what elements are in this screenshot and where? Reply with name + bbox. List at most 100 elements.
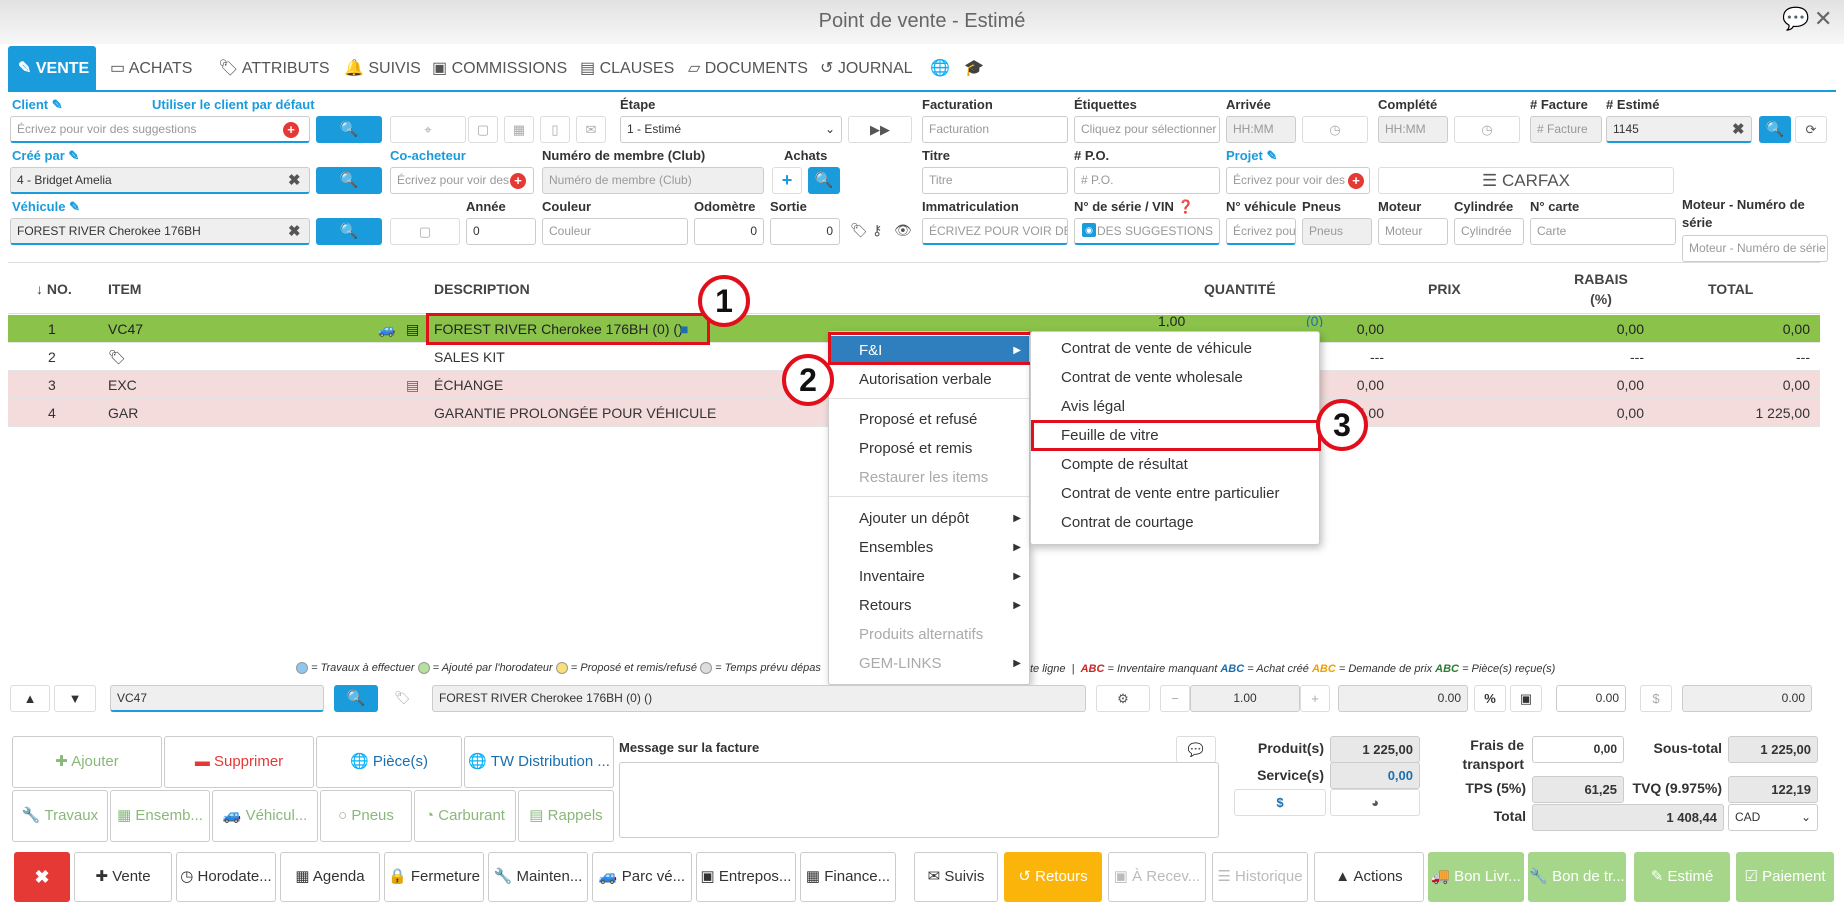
nveh-input[interactable]: Écrivez pou [1226,218,1296,245]
agenda-button[interactable]: ▦ Agenda [280,852,380,902]
tab-vente[interactable]: ✎ VENTE [8,46,96,92]
facturation-input[interactable]: Facturation [922,116,1068,143]
client-input[interactable]: Écrivez pour voir des suggestions [10,116,310,143]
col-no[interactable]: ↓ NO. [36,263,72,315]
tab-commissions[interactable]: ▣ COMMISSIONS [422,46,577,92]
carburant-button[interactable]: ◔ Carburant [414,790,516,842]
horodateur-button[interactable]: ◷ Horodate... [176,852,276,902]
rappels-button[interactable]: ▤ Rappels [518,790,614,842]
move-down-button[interactable]: ▼ [54,685,96,712]
currency-select[interactable]: CAD ⌄ [1728,804,1818,831]
frais-transport-input[interactable]: 0,00 [1532,736,1624,763]
menu-item-inventaire[interactable]: Inventaire ▶ [829,562,1029,591]
dollar-button[interactable]: $ [1234,789,1326,816]
vehicules-button[interactable]: 🚙 Véhicul... [212,790,318,842]
fermeture-button[interactable]: 🔒 Fermeture [384,852,484,902]
edit-icon[interactable]: ✎ [68,148,79,163]
odometre-input[interactable]: 0 [694,218,764,245]
cree-par-input[interactable]: 4 - Bridget Amelia [10,167,310,194]
tab-documents[interactable]: ▱ DOCUMENTS [678,46,818,92]
etape-select[interactable]: 1 - Estimé ⌄ [620,116,842,143]
membre-input[interactable]: Numéro de membre (Club) [542,167,764,194]
vehicule-input[interactable]: FOREST RIVER Cherokee 176BH [10,218,310,245]
comment-icon[interactable]: 💬 [1176,736,1216,763]
add-projet-icon[interactable]: + [1348,173,1364,189]
clear-icon[interactable]: ✖ [288,222,301,240]
ajouter-button[interactable]: ✚ Ajouter [12,736,162,788]
vente-button[interactable]: ✚ Vente [74,852,172,902]
edit-icon[interactable]: ✎ [69,199,80,214]
col-prix[interactable]: PRIX [1428,263,1461,315]
moteur-input[interactable]: Moteur [1378,218,1448,245]
qty-input[interactable]: 1.00 [1190,685,1300,712]
camera-icon[interactable]: ◉ [1082,223,1096,237]
bon-livraison-button[interactable]: 🚚 Bon Livr... [1428,852,1524,902]
col-total[interactable]: TOTAL [1708,263,1753,315]
tab-suivis[interactable]: 🔔 SUIVIS [334,46,431,92]
estime-button[interactable]: ✎ Estimé [1634,852,1730,902]
parc-vehicules-button[interactable]: 🚙 Parc vé... [592,852,692,902]
eye-icon[interactable]: 👁 [894,222,912,239]
close-button[interactable]: ✖ [14,852,70,902]
col-description[interactable]: DESCRIPTION [434,263,530,315]
price-input[interactable]: 0.00 [1338,685,1468,712]
qty-plus-button[interactable]: + [1300,685,1330,712]
carfax-button[interactable]: ☰ CARFAX [1378,167,1674,194]
calendar-button[interactable]: ▦ [504,116,534,143]
paiement-button[interactable]: ☑ Paiement [1736,852,1834,902]
key-icon[interactable]: ⚷ [872,222,882,239]
sortie-input[interactable]: 0 [770,218,840,245]
pie-chart-icon[interactable]: ◕ [1330,789,1420,816]
financement-button[interactable]: ▦ Finance... [800,852,896,902]
add-client-icon[interactable]: + [283,122,299,138]
money-icon[interactable]: ▣ [1510,685,1542,712]
tag-icon[interactable]: 🏷 [850,222,868,239]
historique-button[interactable]: ☰ Historique [1212,852,1308,902]
annee-input[interactable]: 0 [466,218,536,245]
menu-item-ajouter-depot[interactable]: Ajouter un dépôt ▶ [829,504,1029,533]
item-description-input[interactable]: FOREST RIVER Cherokee 176BH (0) () [432,685,1086,712]
facture-input[interactable]: # Facture [1530,116,1602,143]
edit-icon[interactable]: ✎ [52,97,63,112]
gear-button[interactable]: ⚙ [1096,685,1150,712]
tab-achats[interactable]: ▭ ACHATS [100,46,202,92]
menu-item-ensembles[interactable]: Ensembles ▶ [829,533,1029,562]
submenu-contrat-vente-wholesale[interactable]: Contrat de vente wholesale [1031,363,1243,392]
pdf-icon[interactable]: ▤ [406,315,419,343]
tab-attributs[interactable]: 🏷 ATTRIBUTS [208,46,340,92]
chat-icon[interactable]: 💬 [1782,6,1809,32]
etiquettes-input[interactable]: Cliquez pour sélectionner [1074,116,1220,143]
arrivee-input[interactable]: HH:MM [1226,116,1296,143]
couleur-input[interactable]: Couleur [542,218,688,245]
qty-minus-button[interactable]: − [1160,685,1190,712]
retours-button[interactable]: ↺ Retours [1004,852,1102,902]
a-recevoir-button[interactable]: ▣ À Recev... [1108,852,1206,902]
travaux-button[interactable]: 🔧 Travaux [12,790,108,842]
edit-icon[interactable]: ✎ [1266,148,1277,163]
add-coacheteur-icon[interactable]: + [510,173,526,189]
po-input[interactable]: # P.O. [1074,167,1220,194]
rabais-input[interactable]: 0.00 [1556,685,1626,712]
supprimer-button[interactable]: ▬ Supprimer [164,736,314,788]
col-quantite[interactable]: QUANTITÉ [1204,263,1276,315]
note-button[interactable]: ▢ [468,116,498,143]
help-icon[interactable]: ❓ [1177,199,1193,214]
item-code-input[interactable]: VC47 [110,685,324,712]
menu-item-propose-remis[interactable]: Proposé et remis [829,434,972,463]
maintenance-button[interactable]: 🔧 Mainten... [488,852,588,902]
menu-item-gem-links[interactable]: GEM-LINKS ▶ [829,649,1029,678]
col-rabais[interactable]: RABAIS (%) [1548,263,1654,315]
next-step-button[interactable]: ▶▶ [848,116,912,143]
close-window-icon[interactable]: ✕ [1814,6,1832,32]
move-up-button[interactable]: ▲ [10,685,50,712]
moteur-num-input[interactable]: Moteur - Numéro de série [1682,235,1828,262]
menu-item-autorisation-verbale[interactable]: Autorisation verbale [829,365,992,394]
pdf-icon[interactable]: ▤ [406,371,419,399]
submenu-compte-resultat[interactable]: Compte de résultat [1031,450,1188,479]
pneus-button[interactable]: ○ Pneus [320,790,412,842]
titre-input[interactable]: Titre [922,167,1068,194]
binoculars-button[interactable]: ⌖ [390,116,466,143]
bon-travail-button[interactable]: 🔧 Bon de tr... [1528,852,1626,902]
email-button[interactable]: ✉ [576,116,606,143]
complete-input[interactable]: HH:MM [1378,116,1448,143]
